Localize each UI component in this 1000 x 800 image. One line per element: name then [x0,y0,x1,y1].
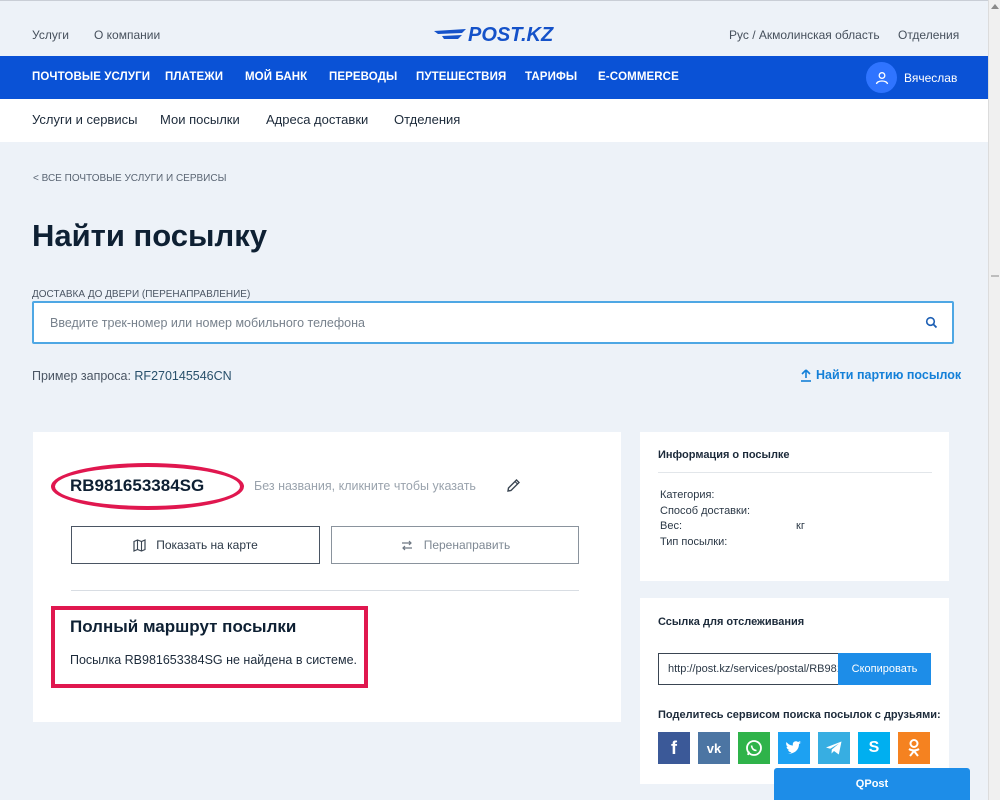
services-link[interactable]: Услуги [32,28,69,42]
region-selector[interactable]: Рус / Акмолинская область [729,28,880,42]
info-divider [658,472,932,473]
example-code[interactable]: RF270145546CN [134,369,231,383]
upload-icon [801,368,811,382]
logo-text: POST.KZ [468,24,554,46]
subnav-delivery-addresses[interactable]: Адреса доставки [266,112,368,127]
show-on-map-label: Показать на карте [156,538,258,552]
sub-nav: Услуги и сервисы Мои посылки Адреса дост… [0,99,988,142]
user-name[interactable]: Вячеслав [904,71,957,85]
search-icon[interactable] [925,316,938,329]
example-prefix: Пример запроса: [32,369,131,383]
logo-mark: POST.KZ [434,24,554,46]
info-weight-label: Вес: [660,520,683,532]
search-box [32,301,954,344]
redirect-label: Перенаправить [423,538,511,552]
parcel-name-placeholder[interactable]: Без названия, кликните чтобы указать [254,479,476,493]
vk-glyph: vk [706,740,722,756]
show-on-map-button[interactable]: Показать на карте [71,526,320,564]
info-category-label: Категория: [660,489,715,501]
facebook-icon[interactable]: f [658,732,690,764]
info-title: Информация о посылке [658,449,790,461]
divider [71,590,579,591]
subnav-services[interactable]: Услуги и сервисы [32,112,137,127]
main-nav: ПОЧТОВЫЕ УСЛУГИ ПЛАТЕЖИ МОЙ БАНК ПЕРЕВОД… [0,56,988,99]
redirect-icon [401,540,412,550]
info-parcel-type-label: Тип посылки: [660,536,728,548]
example-query: Пример запроса: RF270145546CN [32,369,232,383]
about-link[interactable]: О компании [94,28,160,42]
pencil-icon[interactable] [506,478,521,493]
nav-ecommerce[interactable]: E-COMMERCE [598,71,679,83]
odnoklassniki-icon[interactable] [898,732,930,764]
share-title: Поделитесь сервисом поиска посылок с дру… [658,709,941,721]
copy-button[interactable]: Скопировать [838,653,931,685]
skype-icon[interactable]: S [858,732,890,764]
redirect-button[interactable]: Перенаправить [331,526,579,564]
page-scrollbar[interactable] [988,0,1000,800]
nav-transfers[interactable]: ПЕРЕВОДЫ [329,71,397,83]
scroll-thumb[interactable] [991,275,999,277]
map-icon [133,538,146,552]
find-batch-link[interactable]: Найти партию посылок [800,368,961,382]
info-weight-unit: кг [796,520,805,532]
nav-postal-services[interactable]: ПОЧТОВЫЕ УСЛУГИ [32,71,150,83]
top-bar: Услуги О компании POST.KZ Рус / Акмолинс… [0,0,988,56]
vk-icon[interactable]: vk [698,732,730,764]
subnav-branches[interactable]: Отделения [394,112,460,127]
track-number: RB981653384SG [70,476,205,495]
nav-payments[interactable]: ПЛАТЕЖИ [165,71,223,83]
post-kz-logo[interactable]: POST.KZ [432,21,557,49]
info-delivery-method-label: Способ доставки: [660,505,751,517]
search-input[interactable] [50,314,890,332]
subnav-my-parcels[interactable]: Мои посылки [160,112,240,127]
route-message: Посылка RB981653384SG не найдена в систе… [70,653,357,667]
avatar[interactable] [866,62,897,93]
facebook-glyph: f [671,737,677,758]
user-icon [875,71,888,84]
nav-travel[interactable]: ПУТЕШЕСТВИЯ [416,71,506,83]
twitter-icon[interactable] [778,732,810,764]
tracking-url-field[interactable]: http://post.kz/services/postal/RB9816533… [658,653,838,685]
breadcrumb[interactable]: < ВСЕ ПОЧТОВЫЕ УСЛУГИ И СЕРВИСЫ [33,173,226,184]
page-title: Найти посылку [32,218,267,253]
nav-tariffs[interactable]: ТАРИФЫ [525,71,577,83]
whatsapp-glyph [746,740,762,756]
odnoklassniki-glyph [908,739,920,757]
whatsapp-icon[interactable] [738,732,770,764]
route-title: Полный маршрут посылки [70,617,297,636]
nav-my-bank[interactable]: МОЙ БАНК [245,71,307,83]
telegram-glyph [826,741,842,755]
find-batch-label: Найти партию посылок [816,368,962,382]
scroll-up-arrow-icon[interactable] [991,4,999,9]
tracking-link-title: Ссылка для отслеживания [658,616,805,628]
telegram-icon[interactable] [818,732,850,764]
qpost-chat-button[interactable]: QPost [774,768,970,800]
search-label: ДОСТАВКА ДО ДВЕРИ (ПЕРЕНАПРАВЛЕНИЕ) [32,289,251,300]
twitter-glyph [786,741,802,754]
branches-link[interactable]: Отделения [898,28,959,42]
skype-glyph: S [868,739,880,756]
